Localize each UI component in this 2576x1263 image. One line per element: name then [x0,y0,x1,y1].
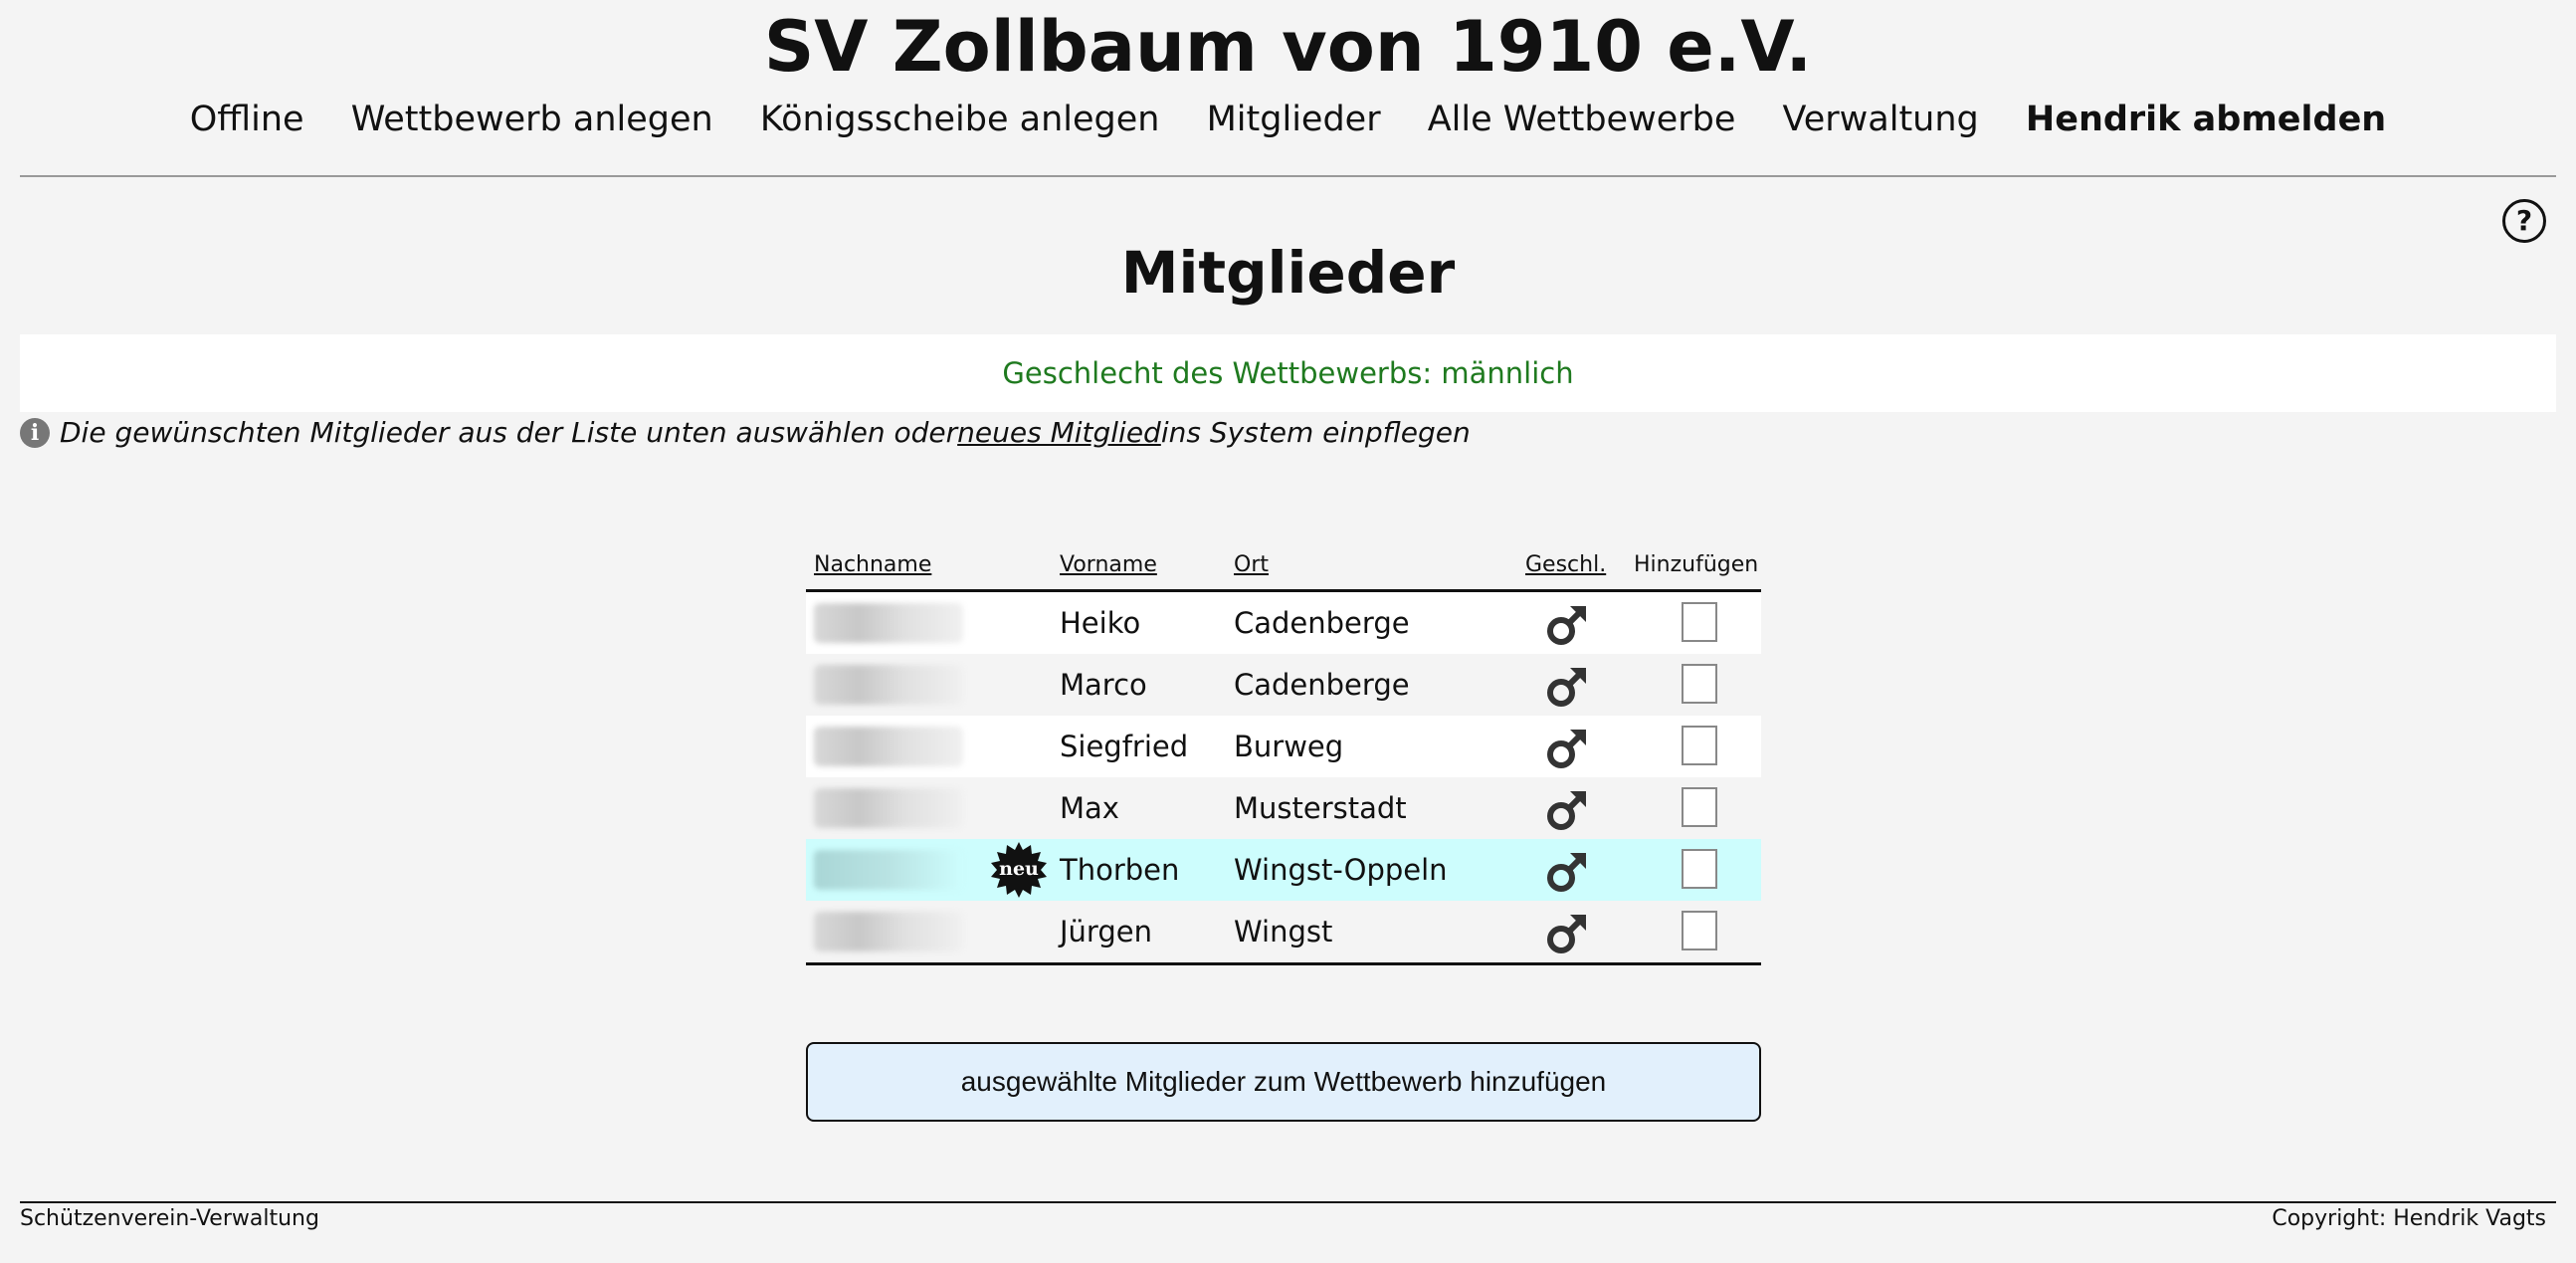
hint-before: Die gewünschten Mitglieder aus der Liste… [60,416,958,449]
hint-text: i Die gewünschten Mitglieder aus der Lis… [20,416,1471,449]
firstname-cell: Siegfried [1060,730,1189,763]
add-member-checkbox[interactable] [1682,787,1717,827]
firstname-cell: Marco [1060,668,1147,702]
footer-copyright: Copyright: Hendrik Vagts [2272,1206,2546,1231]
male-icon [1537,716,1597,777]
new-badge-icon: neu [990,841,1048,899]
header-firstname[interactable]: Vorname [1060,552,1157,577]
gender-notice: Geschlecht des Wettbewerbs: männlich [20,334,2556,412]
footer-app-name: Schützenverein-Verwaltung [20,1206,319,1231]
nav-wettbewerb-anlegen[interactable]: Wettbewerb anlegen [351,100,713,139]
add-cell [1672,777,1731,839]
table-row: Jürgen Wingst [806,901,1761,962]
city-cell: Burweg [1234,730,1344,763]
table-row: Heiko Cadenberge [806,592,1761,654]
hint-after: ins System einpflegen [1160,416,1471,449]
male-icon [1537,592,1597,654]
nav-offline[interactable]: Offline [190,100,304,139]
table-body: Heiko Cadenberge Marco Cadenberge Siegfried B… [806,592,1761,962]
lastname-redacted [814,592,983,654]
main-navigation: Offline Wettbewerb anlegen Königsscheibe… [0,100,2576,139]
table-bottom-border [806,962,1761,965]
footer-divider [20,1201,2556,1203]
nav-logout[interactable]: Hendrik abmelden [2026,100,2386,139]
table-header: Nachname Vorname Ort Geschl. Hinzufügen [806,537,1761,592]
header-add: Hinzufügen [1634,552,1759,577]
firstname-cell: Jürgen [1060,915,1152,948]
city-cell: Cadenberge [1234,668,1410,702]
question-circle-icon[interactable]: ? [2502,199,2546,243]
site-title: SV Zollbaum von 1910 e.V. [763,6,1813,88]
table-row: Marco Cadenberge [806,654,1761,716]
lastname-redacted [814,777,983,839]
add-cell [1672,716,1731,777]
male-icon [1537,777,1597,839]
page-title: Mitglieder [1120,239,1456,307]
add-member-checkbox[interactable] [1682,849,1717,889]
add-cell [1672,654,1731,716]
new-badge-text: neu [999,858,1039,880]
table-row: Siegfried Burweg [806,716,1761,777]
city-cell: Cadenberge [1234,606,1410,640]
lastname-redacted [814,716,983,777]
header-city[interactable]: Ort [1234,552,1269,577]
firstname-cell: Heiko [1060,606,1141,640]
table-row: Max Musterstadt [806,777,1761,839]
firstname-cell: Max [1060,791,1119,825]
add-member-checkbox[interactable] [1682,726,1717,765]
add-member-checkbox[interactable] [1682,911,1717,950]
city-cell: Musterstadt [1234,791,1407,825]
nav-alle-wettbewerbe[interactable]: Alle Wettbewerbe [1428,100,1736,139]
add-member-checkbox[interactable] [1682,602,1717,642]
lastname-redacted [814,654,983,716]
add-selected-members-button[interactable]: ausgewählte Mitglieder zum Wettbewerb hi… [806,1042,1761,1122]
nav-verwaltung[interactable]: Verwaltung [1783,100,1979,139]
lastname-redacted [814,839,983,901]
info-icon: i [20,417,50,448]
firstname-cell: Thorben [1060,853,1180,887]
header-sex[interactable]: Geschl. [1525,552,1606,577]
new-member-link[interactable]: neues Mitglied [957,416,1161,449]
city-cell: Wingst-Oppeln [1234,853,1448,887]
nav-koenigsscheibe-anlegen[interactable]: Königsscheibe anlegen [760,100,1160,139]
city-cell: Wingst [1234,915,1333,948]
male-icon [1537,839,1597,901]
add-cell [1672,592,1731,654]
add-cell [1672,901,1731,962]
header-divider [20,175,2556,177]
add-cell [1672,839,1731,901]
male-icon [1537,654,1597,716]
members-table: Nachname Vorname Ort Geschl. Hinzufügen … [806,537,1761,965]
nav-mitglieder[interactable]: Mitglieder [1207,100,1381,139]
lastname-redacted [814,901,983,962]
table-row: neu Thorben Wingst-Oppeln [806,839,1761,901]
add-member-checkbox[interactable] [1682,664,1717,704]
header-lastname[interactable]: Nachname [814,552,931,577]
male-icon [1537,901,1597,962]
